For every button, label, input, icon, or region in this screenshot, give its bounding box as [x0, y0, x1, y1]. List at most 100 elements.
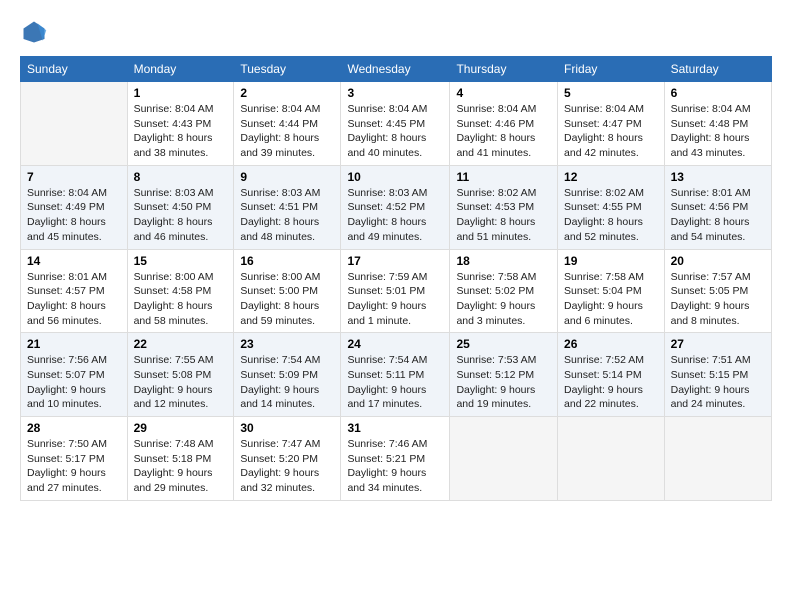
calendar-cell: 3 Sunrise: 8:04 AMSunset: 4:45 PMDaylight…	[341, 82, 450, 166]
calendar-cell: 11 Sunrise: 8:02 AMSunset: 4:53 PMDayligh…	[450, 165, 558, 249]
day-info: Sunrise: 7:53 AMSunset: 5:12 PMDaylight:…	[456, 353, 551, 412]
day-number: 6	[671, 86, 765, 100]
day-info: Sunrise: 7:58 AMSunset: 5:04 PMDaylight:…	[564, 270, 658, 329]
calendar-cell: 16 Sunrise: 8:00 AMSunset: 5:00 PMDayligh…	[234, 249, 341, 333]
day-info: Sunrise: 7:54 AMSunset: 5:09 PMDaylight:…	[240, 353, 334, 412]
day-info: Sunrise: 8:04 AMSunset: 4:49 PMDaylight:…	[27, 186, 121, 245]
calendar-row: 14 Sunrise: 8:01 AMSunset: 4:57 PMDayligh…	[21, 249, 772, 333]
calendar-cell: 10 Sunrise: 8:03 AMSunset: 4:52 PMDayligh…	[341, 165, 450, 249]
calendar-cell: 17 Sunrise: 7:59 AMSunset: 5:01 PMDayligh…	[341, 249, 450, 333]
calendar-cell: 1Sunrise: 8:04 AMSunset: 4:43 PMDaylight…	[127, 82, 234, 166]
day-info: Sunrise: 8:03 AMSunset: 4:51 PMDaylight:…	[240, 186, 334, 245]
calendar-cell	[558, 417, 665, 501]
calendar-table: SundayMondayTuesdayWednesdayThursdayFrid…	[20, 56, 772, 501]
day-number: 17	[347, 254, 443, 268]
day-info: Sunrise: 7:59 AMSunset: 5:01 PMDaylight:…	[347, 270, 443, 329]
calendar-cell: 2Sunrise: 8:04 AMSunset: 4:44 PMDaylight…	[234, 82, 341, 166]
header-day: Saturday	[664, 57, 771, 82]
header-day: Tuesday	[234, 57, 341, 82]
day-info: Sunrise: 7:46 AMSunset: 5:21 PMDaylight:…	[347, 437, 443, 496]
day-info: Sunrise: 8:04 AMSunset: 4:45 PMDaylight:…	[347, 102, 443, 161]
day-number: 14	[27, 254, 121, 268]
day-info: Sunrise: 8:01 AMSunset: 4:57 PMDaylight:…	[27, 270, 121, 329]
header-day: Thursday	[450, 57, 558, 82]
calendar-cell: 6 Sunrise: 8:04 AMSunset: 4:48 PMDaylight…	[664, 82, 771, 166]
calendar-cell: 31 Sunrise: 7:46 AMSunset: 5:21 PMDayligh…	[341, 417, 450, 501]
day-info: Sunrise: 8:03 AMSunset: 4:50 PMDaylight:…	[134, 186, 228, 245]
day-number: 28	[27, 421, 121, 435]
calendar-cell	[664, 417, 771, 501]
calendar-cell: 21 Sunrise: 7:56 AMSunset: 5:07 PMDayligh…	[21, 333, 128, 417]
header-day: Monday	[127, 57, 234, 82]
day-number: 1	[134, 86, 228, 100]
day-number: 30	[240, 421, 334, 435]
day-info: Sunrise: 7:55 AMSunset: 5:08 PMDaylight:…	[134, 353, 228, 412]
header	[20, 18, 772, 46]
calendar-cell: 26Sunrise: 7:52 AMSunset: 5:14 PMDayligh…	[558, 333, 665, 417]
day-number: 4	[456, 86, 551, 100]
day-info: Sunrise: 8:03 AMSunset: 4:52 PMDaylight:…	[347, 186, 443, 245]
day-info: Sunrise: 7:47 AMSunset: 5:20 PMDaylight:…	[240, 437, 334, 496]
calendar-cell: 4 Sunrise: 8:04 AMSunset: 4:46 PMDaylight…	[450, 82, 558, 166]
day-number: 18	[456, 254, 551, 268]
logo-icon	[20, 18, 48, 46]
calendar-cell: 7 Sunrise: 8:04 AMSunset: 4:49 PMDaylight…	[21, 165, 128, 249]
header-row: SundayMondayTuesdayWednesdayThursdayFrid…	[21, 57, 772, 82]
calendar-cell: 15 Sunrise: 8:00 AMSunset: 4:58 PMDayligh…	[127, 249, 234, 333]
calendar-row: 7 Sunrise: 8:04 AMSunset: 4:49 PMDaylight…	[21, 165, 772, 249]
day-info: Sunrise: 7:54 AMSunset: 5:11 PMDaylight:…	[347, 353, 443, 412]
calendar-cell: 18Sunrise: 7:58 AMSunset: 5:02 PMDayligh…	[450, 249, 558, 333]
day-info: Sunrise: 8:00 AMSunset: 4:58 PMDaylight:…	[134, 270, 228, 329]
day-info: Sunrise: 8:02 AMSunset: 4:53 PMDaylight:…	[456, 186, 551, 245]
day-number: 15	[134, 254, 228, 268]
day-number: 11	[456, 170, 551, 184]
day-number: 10	[347, 170, 443, 184]
day-number: 3	[347, 86, 443, 100]
calendar-row: 1Sunrise: 8:04 AMSunset: 4:43 PMDaylight…	[21, 82, 772, 166]
calendar-cell: 20Sunrise: 7:57 AMSunset: 5:05 PMDayligh…	[664, 249, 771, 333]
calendar-cell: 24 Sunrise: 7:54 AMSunset: 5:11 PMDayligh…	[341, 333, 450, 417]
day-number: 31	[347, 421, 443, 435]
day-info: Sunrise: 8:04 AMSunset: 4:47 PMDaylight:…	[564, 102, 658, 161]
calendar-cell: 22 Sunrise: 7:55 AMSunset: 5:08 PMDayligh…	[127, 333, 234, 417]
calendar-cell: 27Sunrise: 7:51 AMSunset: 5:15 PMDayligh…	[664, 333, 771, 417]
calendar-cell: 13 Sunrise: 8:01 AMSunset: 4:56 PMDayligh…	[664, 165, 771, 249]
day-info: Sunrise: 8:04 AMSunset: 4:46 PMDaylight:…	[456, 102, 551, 161]
day-info: Sunrise: 7:48 AMSunset: 5:18 PMDaylight:…	[134, 437, 228, 496]
calendar-cell: 29 Sunrise: 7:48 AMSunset: 5:18 PMDayligh…	[127, 417, 234, 501]
day-number: 19	[564, 254, 658, 268]
calendar-cell	[21, 82, 128, 166]
day-number: 12	[564, 170, 658, 184]
day-info: Sunrise: 7:52 AMSunset: 5:14 PMDaylight:…	[564, 353, 658, 412]
calendar-cell: 5Sunrise: 8:04 AMSunset: 4:47 PMDaylight…	[558, 82, 665, 166]
day-number: 8	[134, 170, 228, 184]
day-number: 21	[27, 337, 121, 351]
logo	[20, 18, 52, 46]
calendar-cell: 23 Sunrise: 7:54 AMSunset: 5:09 PMDayligh…	[234, 333, 341, 417]
calendar-cell	[450, 417, 558, 501]
day-number: 29	[134, 421, 228, 435]
day-info: Sunrise: 7:51 AMSunset: 5:15 PMDaylight:…	[671, 353, 765, 412]
calendar-cell: 9Sunrise: 8:03 AMSunset: 4:51 PMDaylight…	[234, 165, 341, 249]
day-number: 16	[240, 254, 334, 268]
day-number: 7	[27, 170, 121, 184]
day-info: Sunrise: 8:04 AMSunset: 4:48 PMDaylight:…	[671, 102, 765, 161]
day-number: 25	[456, 337, 551, 351]
day-number: 2	[240, 86, 334, 100]
calendar-cell: 8 Sunrise: 8:03 AMSunset: 4:50 PMDaylight…	[127, 165, 234, 249]
calendar-cell: 12Sunrise: 8:02 AMSunset: 4:55 PMDayligh…	[558, 165, 665, 249]
day-info: Sunrise: 7:50 AMSunset: 5:17 PMDaylight:…	[27, 437, 121, 496]
day-info: Sunrise: 8:00 AMSunset: 5:00 PMDaylight:…	[240, 270, 334, 329]
day-number: 22	[134, 337, 228, 351]
calendar-cell: 28 Sunrise: 7:50 AMSunset: 5:17 PMDayligh…	[21, 417, 128, 501]
day-number: 23	[240, 337, 334, 351]
day-number: 13	[671, 170, 765, 184]
day-info: Sunrise: 7:56 AMSunset: 5:07 PMDaylight:…	[27, 353, 121, 412]
day-number: 24	[347, 337, 443, 351]
calendar-cell: 30 Sunrise: 7:47 AMSunset: 5:20 PMDayligh…	[234, 417, 341, 501]
calendar-row: 28 Sunrise: 7:50 AMSunset: 5:17 PMDayligh…	[21, 417, 772, 501]
calendar-cell: 19 Sunrise: 7:58 AMSunset: 5:04 PMDayligh…	[558, 249, 665, 333]
day-info: Sunrise: 7:57 AMSunset: 5:05 PMDaylight:…	[671, 270, 765, 329]
header-day: Wednesday	[341, 57, 450, 82]
day-info: Sunrise: 8:01 AMSunset: 4:56 PMDaylight:…	[671, 186, 765, 245]
